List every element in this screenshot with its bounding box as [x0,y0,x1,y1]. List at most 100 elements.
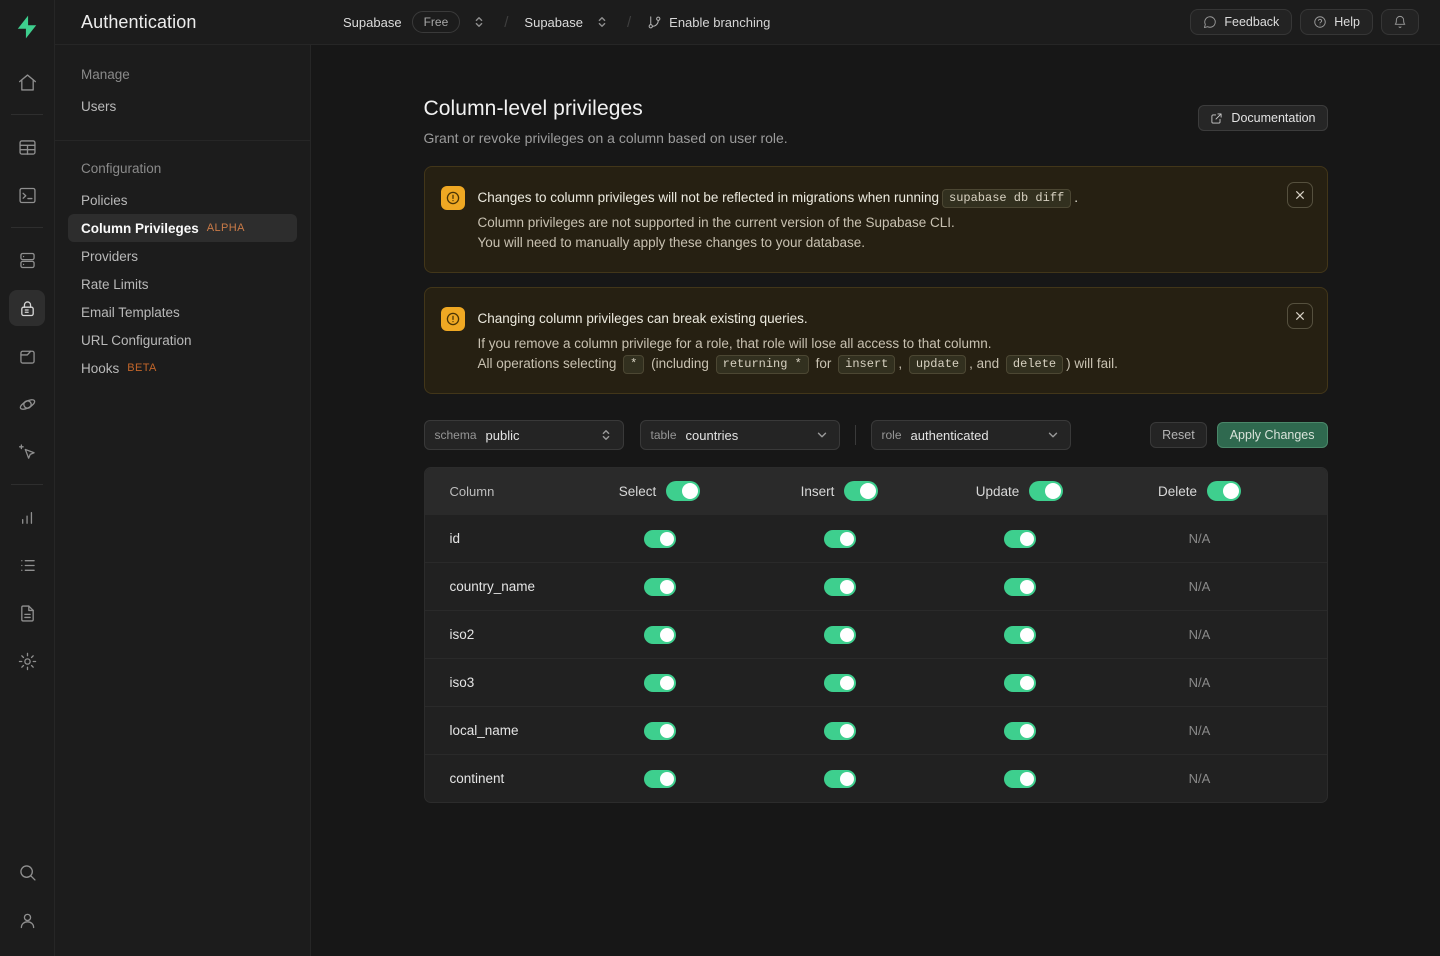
page-section-title: Authentication [81,12,311,33]
home-icon[interactable] [9,64,45,100]
apply-changes-button[interactable]: Apply Changes [1217,422,1328,448]
insert-toggle[interactable] [824,578,856,596]
profile-icon[interactable] [9,902,45,938]
update-toggle[interactable] [1004,674,1036,692]
select-toggle[interactable] [644,626,676,644]
update-all-toggle[interactable] [1029,481,1063,501]
nav-item-rate-limits[interactable]: Rate Limits [68,270,297,298]
notifications-button[interactable] [1381,9,1419,35]
insert-all-toggle[interactable] [844,481,878,501]
column-header: Column [425,484,570,499]
update-toggle[interactable] [1004,626,1036,644]
code-chip: delete [1006,355,1063,374]
nav-item-providers[interactable]: Providers [68,242,297,270]
project-switcher-button[interactable] [593,13,611,31]
column-name: iso2 [425,627,570,642]
api-docs-icon[interactable] [9,595,45,631]
settings-icon[interactable] [9,643,45,679]
auth-sidenav: Manage Users Configuration Policies Colu… [55,45,311,956]
privileges-table: Column Select Insert Update [424,467,1328,803]
select-toggle[interactable] [644,530,676,548]
warning-icon [441,186,465,210]
update-toggle[interactable] [1004,530,1036,548]
column-name: country_name [425,579,570,594]
update-toggle[interactable] [1004,578,1036,596]
nav-section-label: Manage [68,67,297,82]
reports-icon[interactable] [9,499,45,535]
breadcrumb-org[interactable]: Supabase [343,15,402,30]
select-toggle[interactable] [644,674,676,692]
database-icon[interactable] [9,242,45,278]
chevrons-up-down-icon [472,15,486,29]
chevron-down-icon [1046,428,1060,442]
update-toggle[interactable] [1004,722,1036,740]
nav-item-policies[interactable]: Policies [68,186,297,214]
table-editor-icon[interactable] [9,129,45,165]
nav-item-email-templates[interactable]: Email Templates [68,298,297,326]
delete-all-toggle[interactable] [1207,481,1241,501]
breadcrumb: Supabase Free / Supabase / Enable branch… [311,11,1190,33]
sql-editor-icon[interactable] [9,177,45,213]
filters-divider [855,425,856,445]
feedback-button[interactable]: Feedback [1190,9,1292,35]
filters-bar: schema public table countries [424,420,1328,450]
insert-toggle[interactable] [824,626,856,644]
table-row: iso3 N/A [425,658,1327,706]
supabase-bolt-icon [14,14,40,40]
table-select[interactable]: table countries [640,420,840,450]
code-chip: * [623,355,644,374]
code-chip: returning * [716,355,809,374]
banner-title: Changes to column privileges will not be… [478,186,1078,208]
nav-item-url-configuration[interactable]: URL Configuration [68,326,297,354]
table-row: local_name N/A [425,706,1327,754]
schema-value: public [486,428,520,443]
search-icon[interactable] [9,854,45,890]
column-name: id [425,531,570,546]
help-button[interactable]: Help [1300,9,1373,35]
code-chip: supabase db diff [942,189,1071,208]
page-title: Column-level privileges [424,97,788,121]
select-toggle[interactable] [644,770,676,788]
select-all-toggle[interactable] [666,481,700,501]
git-branch-icon [647,15,662,30]
table-row: country_name N/A [425,562,1327,610]
authentication-icon[interactable] [9,290,45,326]
banner-dismiss-button[interactable] [1287,303,1313,329]
role-select[interactable]: role authenticated [871,420,1071,450]
update-toggle[interactable] [1004,770,1036,788]
rail-divider [11,484,43,485]
documentation-button[interactable]: Documentation [1198,105,1327,131]
select-toggle[interactable] [644,722,676,740]
role-value: authenticated [911,428,989,443]
column-name: continent [425,771,570,786]
org-switcher-button[interactable] [470,13,488,31]
app-root: Authentication Supabase Free / Supabase … [0,0,1440,956]
close-icon [1294,189,1306,201]
nav-item-users[interactable]: Users [68,92,297,120]
supabase-logo[interactable] [10,10,44,44]
insert-toggle[interactable] [824,674,856,692]
banner-dismiss-button[interactable] [1287,182,1313,208]
topbar: Authentication Supabase Free / Supabase … [55,0,1440,45]
reset-button[interactable]: Reset [1150,422,1207,448]
chevrons-up-down-icon [595,15,609,29]
realtime-icon[interactable] [9,386,45,422]
logs-icon[interactable] [9,547,45,583]
enable-branching-button[interactable]: Enable branching [647,15,770,30]
breadcrumb-project[interactable]: Supabase [524,15,583,30]
icon-rail [0,0,55,956]
rail-divider [11,114,43,115]
plan-badge[interactable]: Free [412,11,461,33]
storage-icon[interactable] [9,338,45,374]
select-toggle[interactable] [644,578,676,596]
schema-select[interactable]: schema public [424,420,624,450]
advisors-icon[interactable] [9,434,45,470]
insert-toggle[interactable] [824,530,856,548]
cli-warning-banner: Changes to column privileges will not be… [424,166,1328,273]
chevron-down-icon [815,428,829,442]
insert-toggle[interactable] [824,722,856,740]
nav-item-hooks[interactable]: Hooks BETA [68,354,297,382]
insert-toggle[interactable] [824,770,856,788]
nav-item-column-privileges[interactable]: Column Privileges ALPHA [68,214,297,242]
code-chip: insert [838,355,895,374]
